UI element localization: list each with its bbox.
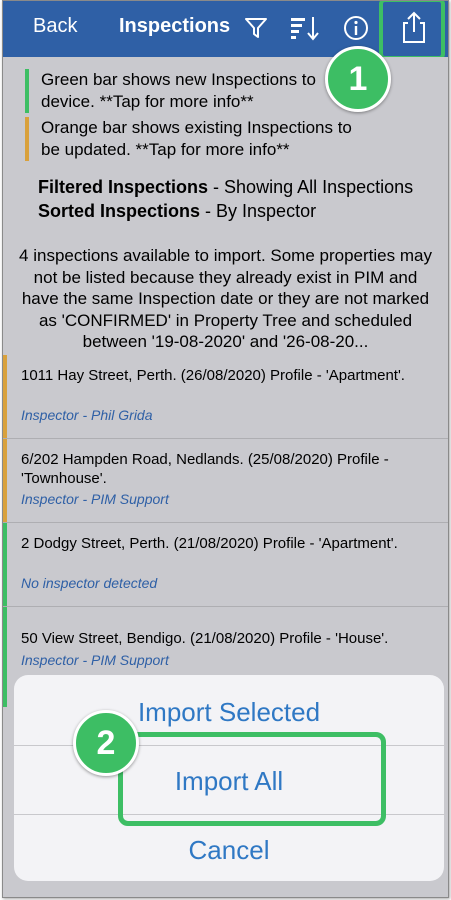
legend-orange-line2: be updated. **Tap for more info** (41, 140, 290, 159)
filter-status-value: - Showing All Inspections (208, 177, 414, 197)
sort-status: Sorted Inspections - By Inspector (38, 201, 316, 222)
filter-status: Filtered Inspections - Showing All Inspe… (38, 177, 413, 198)
legend-orange-line1: Orange bar shows existing Inspections to (41, 118, 352, 137)
nav-bar: Back Inspections (3, 1, 448, 60)
list-item[interactable]: 2 Dodgy Street, Perth. (21/08/2020) Prof… (3, 523, 448, 607)
inspection-inspector: Inspector - Phil Grida (21, 407, 153, 423)
page-title: Inspections (119, 15, 231, 37)
inspection-address: 1011 Hay Street, Perth. (26/08/2020) Pro… (21, 367, 405, 384)
filter-icon[interactable] (241, 13, 271, 43)
status-bar-orange (3, 355, 7, 438)
inspection-address: 50 View Street, Bendigo. (21/08/2020) Pr… (21, 630, 389, 647)
share-highlight-box (379, 1, 445, 60)
sort-status-value: - By Inspector (200, 201, 317, 221)
status-bar-green (3, 523, 7, 606)
legend-green-line2: device. **Tap for more info** (41, 92, 254, 111)
info-icon[interactable] (341, 13, 371, 43)
filter-status-label: Filtered Inspections (38, 177, 209, 197)
callout-badge-1: 1 (325, 46, 391, 112)
list-item[interactable]: 1011 Hay Street, Perth. (26/08/2020) Pro… (3, 355, 448, 439)
app-frame: Back Inspections Green bar shows new Ins… (2, 0, 449, 898)
inspection-inspector: Inspector - PIM Support (21, 491, 169, 507)
import-notice: 4 inspections available to import. Some … (19, 246, 432, 351)
inspection-address: 6/202 Hampden Road, Nedlands. (25/08/202… (21, 451, 389, 487)
inspection-inspector: No inspector detected (21, 575, 158, 591)
status-bar-orange (3, 439, 7, 522)
sort-icon[interactable] (289, 13, 319, 43)
back-button[interactable]: Back (33, 15, 77, 38)
status-bar-green (3, 607, 7, 707)
callout-badge-2: 2 (73, 710, 139, 776)
sort-status-label: Sorted Inspections (38, 201, 201, 221)
legend-green[interactable]: Green bar shows new Inspections to devic… (25, 69, 316, 113)
list-item[interactable]: 6/202 Hampden Road, Nedlands. (25/08/202… (3, 439, 448, 523)
legend-green-line1: Green bar shows new Inspections to (41, 70, 316, 89)
import-all-highlight-box (118, 732, 386, 826)
inspection-inspector: Inspector - PIM Support (21, 652, 169, 668)
inspection-address: 2 Dodgy Street, Perth. (21/08/2020) Prof… (21, 535, 398, 552)
legend-orange[interactable]: Orange bar shows existing Inspections to… (25, 117, 352, 161)
